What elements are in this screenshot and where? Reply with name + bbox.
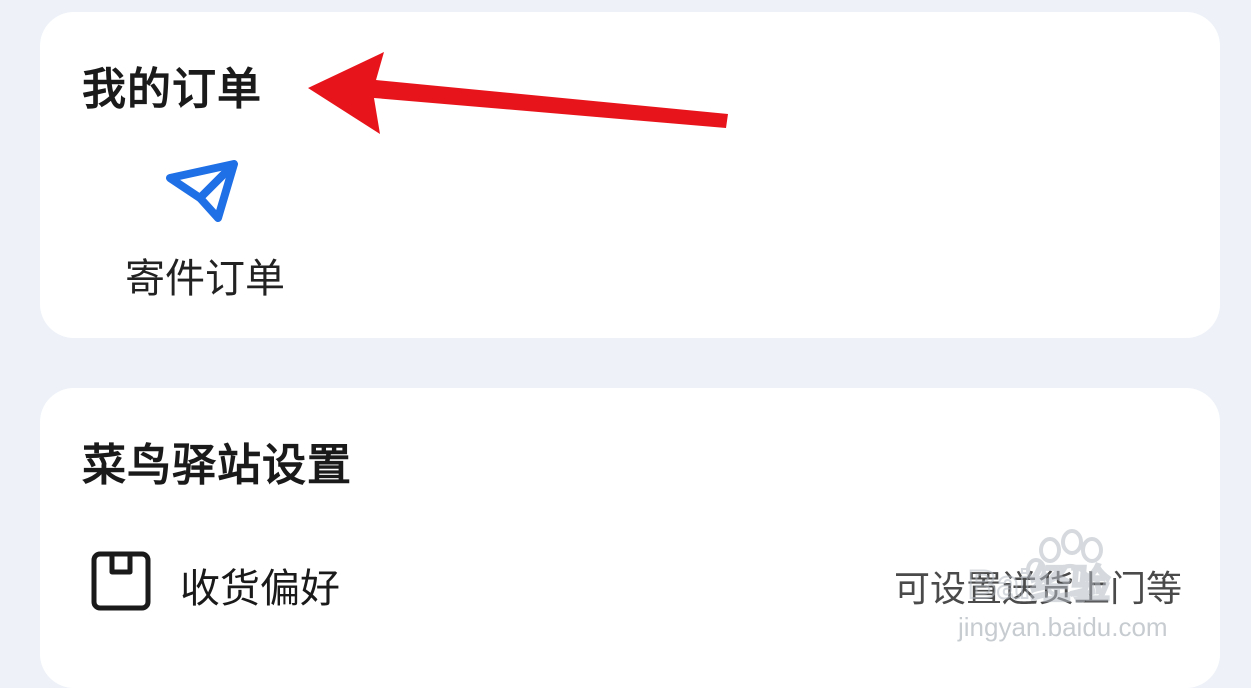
baidu-jingyan-watermark: Bai经验 jingyan.baidu.com — [930, 528, 1200, 658]
receiving-preference-label: 收货偏好 — [180, 566, 340, 612]
watermark-logo-text: Bai经验 — [968, 563, 1110, 607]
paper-plane-icon — [166, 158, 242, 228]
package-box-icon — [90, 550, 152, 612]
my-orders-title: 我的订单 — [82, 64, 262, 115]
baidu-paw-logo-icon: Bai经验 — [967, 529, 1111, 608]
station-settings-title: 菜鸟驿站设置 — [82, 440, 352, 491]
watermark-url: jingyan.baidu.com — [958, 612, 1168, 642]
send-orders-shortcut[interactable]: 寄件订单 — [110, 158, 300, 308]
send-orders-label: 寄件订单 — [125, 256, 285, 302]
red-arrow-icon — [308, 52, 728, 134]
